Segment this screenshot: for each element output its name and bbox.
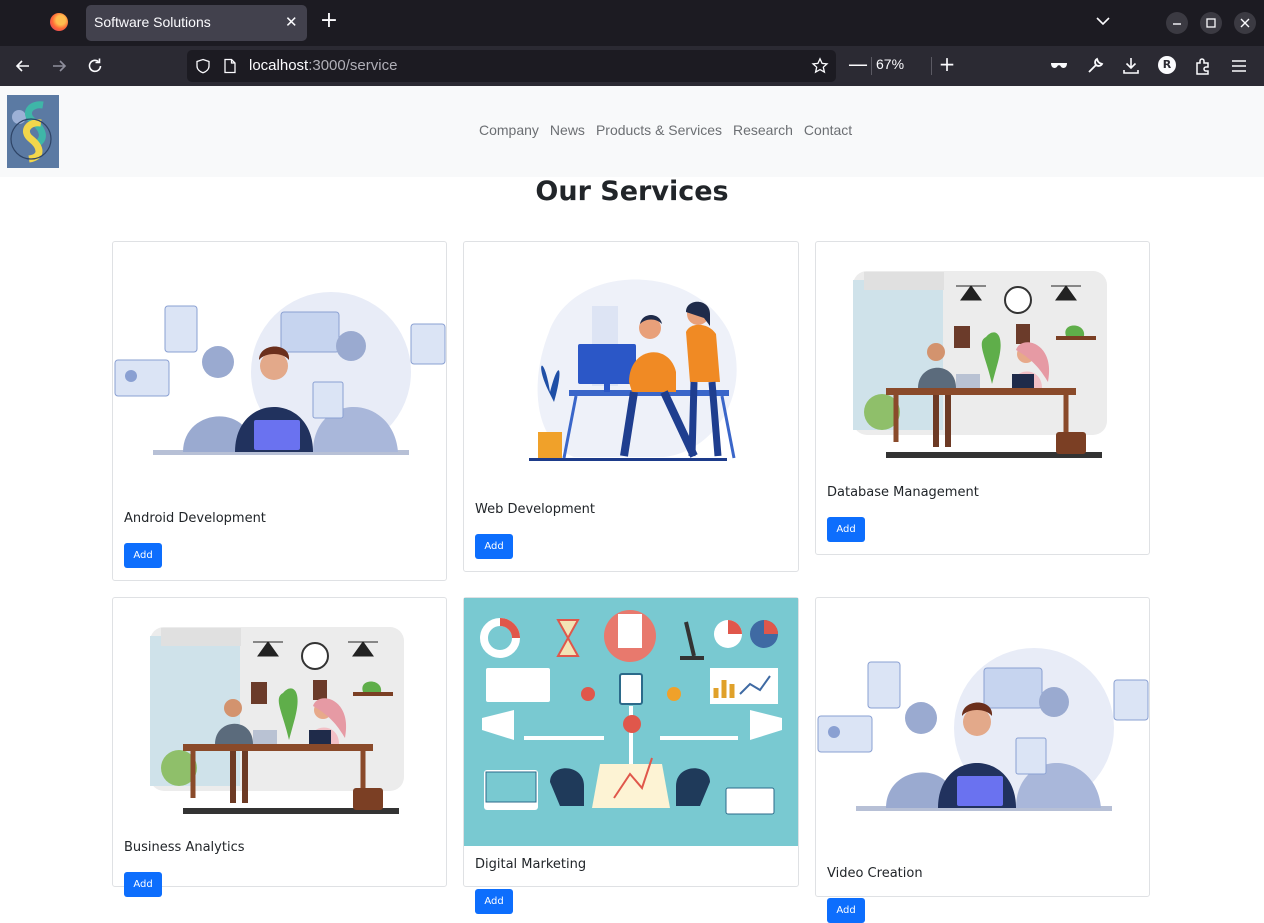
service-title: Android Development — [124, 511, 266, 526]
digital-marketing-illustration — [464, 598, 798, 846]
service-title: Database Management — [827, 485, 979, 500]
browser-titlebar: Software Solutions ✕ + — [0, 0, 1264, 46]
service-card-web: Web Development Add — [463, 241, 799, 572]
add-button[interactable]: Add — [827, 898, 865, 923]
service-card-android: Android Development Add — [112, 241, 447, 581]
reload-icon[interactable] — [84, 55, 106, 77]
wrench-icon[interactable] — [1084, 55, 1106, 77]
firefox-icon[interactable] — [50, 13, 68, 31]
url-text[interactable]: localhost:3000/service — [249, 57, 397, 74]
add-button[interactable]: Add — [827, 517, 865, 542]
nav-products-services[interactable]: Products & Services — [596, 122, 722, 138]
add-button[interactable]: Add — [124, 543, 162, 568]
android-development-illustration — [114, 292, 446, 455]
close-tab-icon[interactable]: ✕ — [285, 13, 299, 31]
page-title: Our Services — [535, 176, 729, 207]
zoom-level[interactable]: 67% — [876, 56, 904, 72]
service-title: Digital Marketing — [475, 857, 587, 872]
shield-icon[interactable] — [195, 58, 211, 74]
hamburger-menu-icon[interactable] — [1228, 55, 1250, 77]
mask-icon[interactable] — [1048, 55, 1070, 77]
service-title: Business Analytics — [124, 840, 245, 855]
new-tab-button[interactable]: + — [318, 10, 340, 34]
tab-title: Software Solutions — [94, 14, 211, 30]
download-icon[interactable] — [1120, 55, 1142, 77]
url-host: localhost — [249, 57, 309, 74]
divider — [871, 57, 872, 75]
nav-company[interactable]: Company — [479, 122, 539, 138]
site-header: Company News Products & Services Researc… — [0, 86, 1264, 177]
browser-navbar: localhost:3000/service — 67% + R — [0, 46, 1264, 86]
add-button[interactable]: Add — [124, 872, 162, 897]
divider — [931, 57, 932, 75]
service-card-database: Database Management Add — [815, 241, 1150, 555]
url-path: :3000/service — [308, 57, 398, 74]
chevron-down-icon[interactable] — [1094, 12, 1112, 30]
nav-news[interactable]: News — [550, 122, 585, 138]
company-logo[interactable] — [7, 95, 59, 168]
business-analytics-illustration — [150, 627, 404, 814]
extensions-icon[interactable] — [1192, 55, 1214, 77]
service-card-business-analytics: Business Analytics Add — [112, 597, 447, 897]
nav-research[interactable]: Research — [733, 122, 793, 138]
zoom-in-button[interactable]: + — [937, 54, 957, 76]
zoom-out-button[interactable]: — — [848, 54, 868, 76]
web-development-illustration — [529, 279, 737, 461]
page-icon[interactable] — [223, 58, 237, 74]
database-management-illustration — [853, 271, 1107, 458]
star-icon[interactable] — [811, 57, 829, 75]
service-title: Web Development — [475, 502, 595, 517]
add-button[interactable]: Add — [475, 889, 513, 914]
service-card-digital-marketing: Digital Marketing Add — [463, 597, 799, 914]
close-window-button[interactable] — [1234, 12, 1256, 34]
nav-contact[interactable]: Contact — [804, 122, 852, 138]
tab-software-solutions[interactable]: Software Solutions ✕ — [86, 5, 307, 41]
profile-avatar[interactable]: R — [1158, 56, 1176, 74]
back-arrow-icon[interactable] — [12, 55, 34, 77]
video-creation-illustration — [817, 648, 1149, 811]
add-button[interactable]: Add — [475, 534, 513, 559]
minimize-button[interactable] — [1166, 12, 1188, 34]
service-card-video-creation: Video Creation Add — [815, 597, 1150, 923]
maximize-button[interactable] — [1200, 12, 1222, 34]
forward-arrow-icon[interactable] — [48, 55, 70, 77]
main-nav: Company News Products & Services Researc… — [479, 122, 852, 138]
url-bar[interactable]: localhost:3000/service — [187, 50, 836, 82]
